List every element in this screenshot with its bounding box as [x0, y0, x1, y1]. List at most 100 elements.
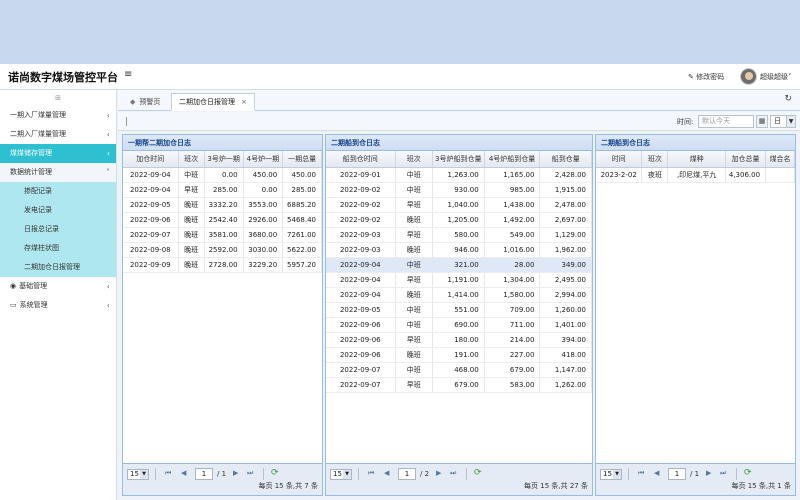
prev-page-icon[interactable]: ◀ [181, 469, 186, 477]
filter-bar: 时间: 默认今天 ▦ 日 ▼ [118, 112, 800, 131]
table-cell: 2022-09-06 [326, 347, 396, 363]
tab-phase2-daily[interactable]: 二期加仓日报管理 × [171, 93, 255, 111]
table-row[interactable]: 2022-09-06 早班 180.00 214.00 394.00 [326, 332, 592, 348]
first-page-icon[interactable]: ⏮ [638, 469, 644, 478]
sidebar-collapse-handle[interactable]: ⊞ [0, 90, 116, 106]
date-input[interactable]: 默认今天 [698, 115, 754, 128]
table-cell: 0.00 [204, 167, 244, 183]
sidebar-subitem-storage-chart[interactable]: 存煤柱状图 [0, 239, 116, 258]
pager-separator [358, 468, 359, 480]
table-cell: 2022-09-09 [123, 257, 179, 273]
column-header[interactable]: 3号炉一期 [204, 151, 244, 168]
table-row[interactable]: 2022-09-02 晚班 1,205.00 1,492.00 2,697.00 [326, 212, 592, 228]
table-cell: 2022-09-03 [326, 242, 396, 258]
table-row[interactable]: 2023-2-02 夜班 ,印尼煤,平九 4,306.00 [596, 167, 795, 183]
sidebar-subitem-phase2-daily[interactable]: 二期加仓日报管理 [0, 258, 116, 277]
sidebar-item-phase2-coal[interactable]: 二期入厂煤量管理 ‹ [0, 125, 116, 144]
column-header[interactable]: 加仓总量 [725, 151, 767, 168]
table-cell: 晚班 [178, 227, 205, 243]
column-header[interactable]: 一期总量 [282, 151, 322, 168]
column-header[interactable]: 时间 [596, 151, 643, 168]
table-row[interactable]: 2022-09-04 中班 321.00 28.00 349.00 [326, 257, 592, 273]
last-page-icon[interactable]: ⏭ [720, 469, 726, 478]
table-cell: 2592.00 [204, 242, 244, 258]
menu-toggle-icon[interactable]: ≡ [124, 69, 132, 80]
page-size-select[interactable]: 15 ▼ [600, 469, 622, 480]
column-header[interactable]: 班次 [641, 151, 669, 168]
table-row[interactable]: 2022-09-02 早班 1,040.00 1,438.00 2,478.00 [326, 197, 592, 213]
next-page-icon[interactable]: ▶ [706, 469, 711, 477]
column-header[interactable]: 3号炉船到仓量 [432, 151, 485, 168]
page-number-input[interactable]: 1 [668, 468, 686, 480]
table-row[interactable]: 2022-09-07 晚班 3581.00 3680.00 7261.00 [123, 227, 322, 243]
close-icon[interactable]: × [241, 98, 247, 106]
sidebar-item-statistics[interactable]: 数据统计管理 ˅ [0, 163, 116, 182]
table-row[interactable]: 2022-09-04 中班 0.00 450.00 450.00 [123, 167, 322, 183]
prev-page-icon[interactable]: ◀ [384, 469, 389, 477]
sidebar-subitem-power-record[interactable]: 发电记录 [0, 201, 116, 220]
column-header[interactable]: 班次 [395, 151, 433, 168]
table-cell: 2022-09-05 [123, 197, 179, 213]
table-row[interactable]: 2022-09-05 中班 551.00 709.00 1,260.00 [326, 302, 592, 318]
column-header[interactable]: 加仓时间 [123, 151, 179, 168]
avatar[interactable] [740, 68, 757, 85]
table-row[interactable]: 2022-09-08 晚班 2592.00 3030.00 5622.00 [123, 242, 322, 258]
last-page-icon[interactable]: ⏭ [247, 469, 253, 478]
table-row[interactable]: 2022-09-05 晚班 3332.20 3553.00 6885.20 [123, 197, 322, 213]
table-cell: 2022-09-07 [326, 377, 396, 393]
table-cell: 3332.20 [204, 197, 244, 213]
user-menu[interactable]: 超级超级˅ [760, 72, 792, 82]
tab-home[interactable]: ◆ 预警页 [122, 93, 168, 111]
table-row[interactable]: 2022-09-04 早班 1,191.00 1,304.00 2,495.00 [326, 272, 592, 288]
first-page-icon[interactable]: ⏮ [165, 469, 171, 478]
sidebar-item-basic-management[interactable]: ◉ 基础管理 ‹ [0, 277, 116, 296]
period-select[interactable]: 日 ▼ [770, 115, 796, 128]
table-row[interactable]: 2022-09-06 中班 690.00 711.00 1,401.00 [326, 317, 592, 333]
change-password-link[interactable]: ✎ 修改密码 [688, 72, 724, 82]
next-page-icon[interactable]: ▶ [233, 469, 238, 477]
first-page-icon[interactable]: ⏮ [368, 469, 374, 478]
sidebar-subitem-blend-record[interactable]: 掺配记录 [0, 182, 116, 201]
table-row[interactable]: 2022-09-07 中班 468.00 679.00 1,147.00 [326, 362, 592, 378]
refresh-icon[interactable]: ⟳ [474, 468, 482, 478]
table-cell: 晚班 [178, 242, 205, 258]
chevron-down-icon: ▼ [343, 470, 351, 479]
table-row[interactable]: 2022-09-09 晚班 2728.00 3229.20 5957.20 [123, 257, 322, 273]
column-header[interactable]: 船到仓量 [539, 151, 592, 168]
table-row[interactable]: 2022-09-02 中班 930.00 985.00 1,915.00 [326, 182, 592, 198]
page-number-input[interactable]: 1 [195, 468, 213, 480]
calendar-icon[interactable]: ▦ [756, 115, 768, 128]
column-header[interactable]: 4号炉一期 [243, 151, 284, 168]
table-row[interactable]: 2022-09-04 晚班 1,414.00 1,580.00 2,994.00 [326, 287, 592, 303]
table-cell: 中班 [395, 362, 433, 378]
refresh-icon[interactable]: ⟳ [744, 468, 752, 478]
column-header[interactable]: 煤合名 [765, 151, 795, 168]
table-row[interactable]: 2022-09-07 早班 679.00 583.00 1,262.00 [326, 377, 592, 393]
refresh-icon[interactable]: ⟳ [271, 468, 279, 478]
sidebar-subitem-daily-total[interactable]: 日报总记录 [0, 220, 116, 239]
table-cell: 1,438.00 [484, 197, 541, 213]
sidebar-item-phase1-coal[interactable]: 一期入厂煤量管理 ‹ [0, 106, 116, 125]
table-row[interactable]: 2022-09-06 晚班 2542.40 2926.00 5468.40 [123, 212, 322, 228]
column-header[interactable]: 4号炉船到仓量 [484, 151, 541, 168]
table-cell: 5468.40 [282, 212, 322, 228]
app-window: 诺尚数字煤场管控平台 ≡ ✎ 修改密码 超级超级˅ ⊞ 一期入厂煤量管理 ‹ 二期… [0, 64, 800, 500]
column-header[interactable]: 班次 [178, 151, 205, 168]
column-header[interactable]: 船到仓时间 [326, 151, 396, 168]
page-size-select[interactable]: 15 ▼ [330, 469, 352, 480]
table-row[interactable]: 2022-09-01 中班 1,263.00 1,165.00 2,428.00 [326, 167, 592, 183]
table-row[interactable]: 2022-09-03 早班 580.00 549.00 1,129.00 [326, 227, 592, 243]
page-number-input[interactable]: 1 [398, 468, 416, 480]
table-row[interactable]: 2022-09-04 早班 285.00 0.00 285.00 [123, 182, 322, 198]
table-cell: 晚班 [178, 197, 205, 213]
next-page-icon[interactable]: ▶ [436, 469, 441, 477]
sidebar-item-system-management[interactable]: ▭ 系统管理 ‹ [0, 296, 116, 315]
sidebar-item-coal-storage[interactable]: 煤煤储存管理 ‹ [0, 144, 116, 163]
table-row[interactable]: 2022-09-06 晚班 191.00 227.00 418.00 [326, 347, 592, 363]
last-page-icon[interactable]: ⏭ [450, 469, 456, 478]
prev-page-icon[interactable]: ◀ [654, 469, 659, 477]
page-size-select[interactable]: 15 ▼ [127, 469, 149, 480]
table-row[interactable]: 2022-09-03 晚班 946.00 1,016.00 1,962.00 [326, 242, 592, 258]
column-header[interactable]: 煤种 [667, 151, 727, 168]
refresh-icon[interactable]: ↻ [784, 94, 792, 104]
